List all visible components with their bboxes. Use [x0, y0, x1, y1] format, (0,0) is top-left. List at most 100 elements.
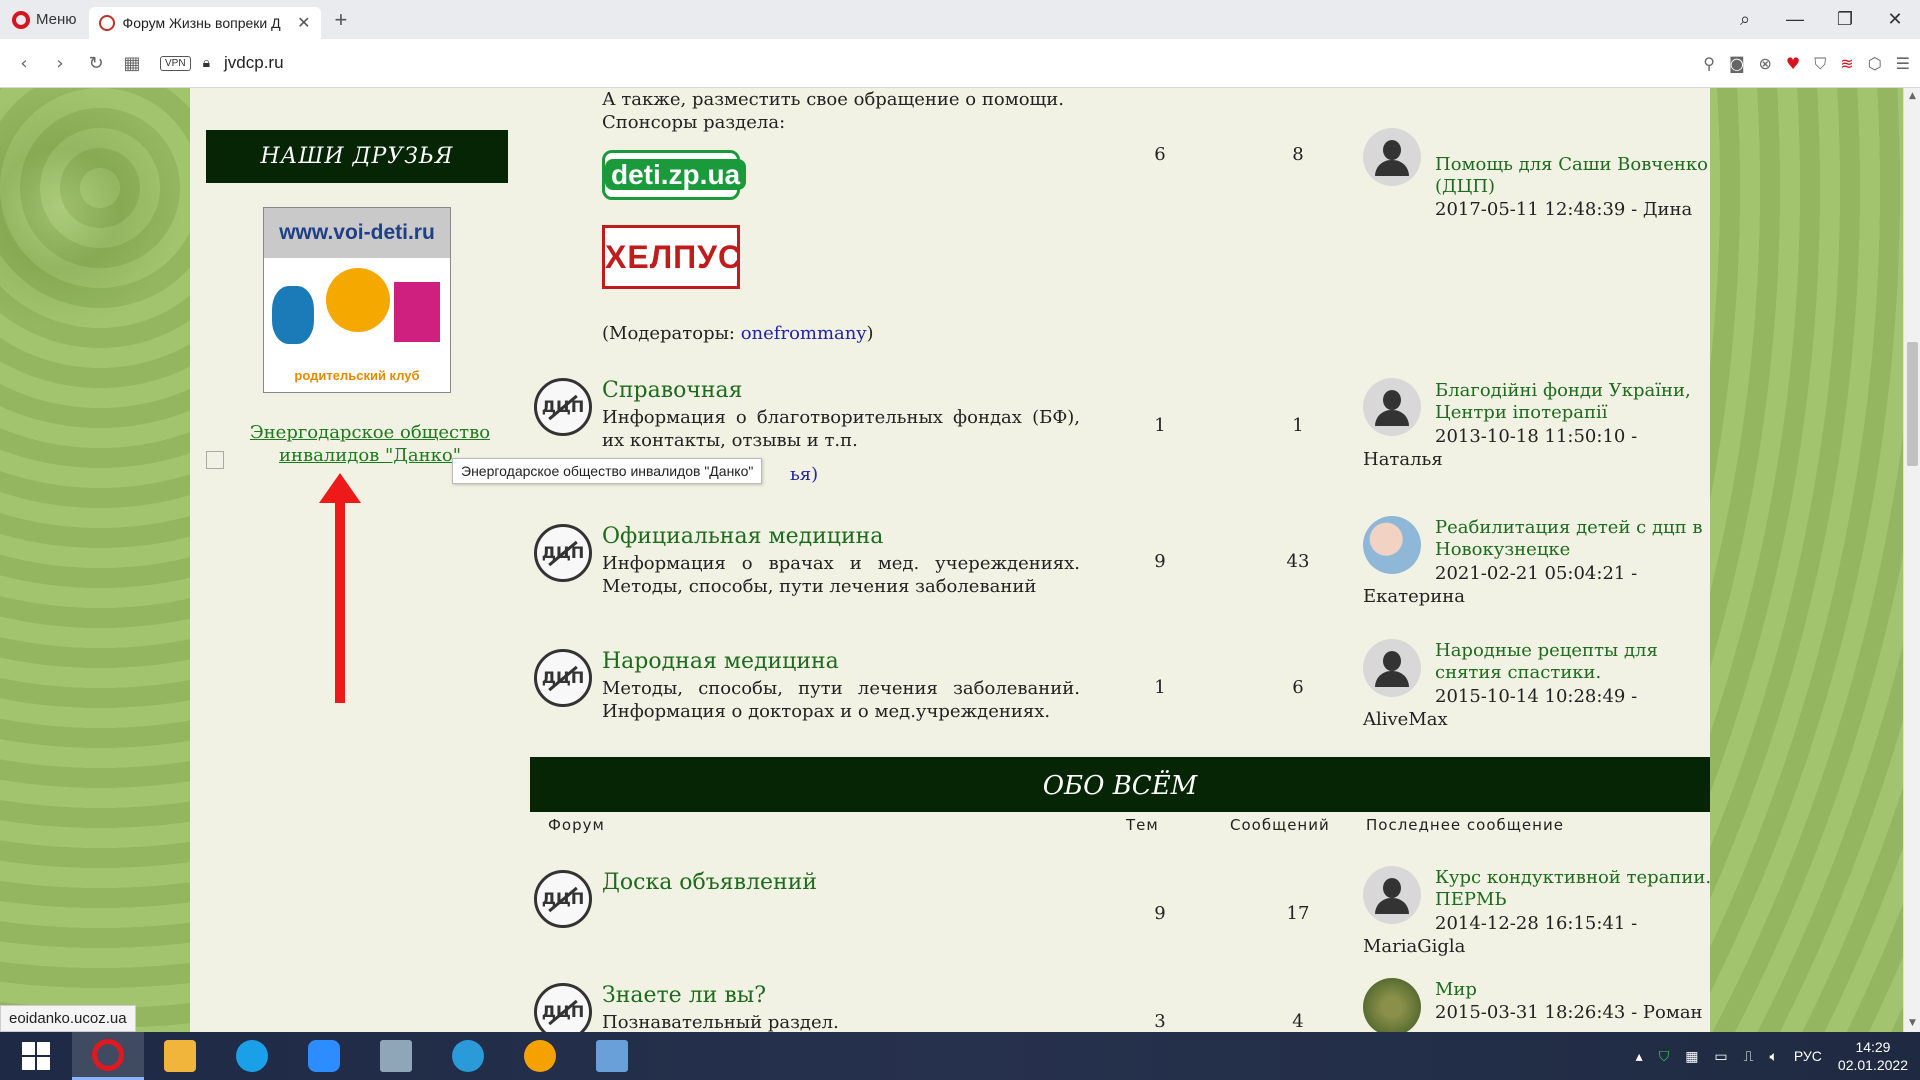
- last-post-link[interactable]: Курс кондуктивной терапии. ПЕРМЬ: [1435, 867, 1715, 911]
- moderators-line: (Модераторы: onefrommany): [602, 323, 874, 344]
- col-posts: Сообщений: [1230, 816, 1330, 834]
- scroll-up-icon[interactable]: ▲: [1904, 88, 1920, 105]
- mail-icon: [164, 1040, 196, 1072]
- network-grid-icon[interactable]: ▦: [1685, 1048, 1698, 1065]
- vpn-badge[interactable]: VPN: [160, 55, 191, 71]
- forum-title[interactable]: Доска объявлений: [602, 870, 817, 895]
- reload-icon[interactable]: ↻: [78, 53, 114, 74]
- sponsor-label: deti.zp.ua: [605, 159, 747, 190]
- taskbar-monitor[interactable]: [576, 1032, 648, 1080]
- battery-icon[interactable]: ▭: [1714, 1048, 1727, 1065]
- taskbar-aimp[interactable]: [504, 1032, 576, 1080]
- forum-desc: Методы, способы, пути лечения заболевани…: [602, 678, 1080, 722]
- last-post-meta: 2015-10-14 10:28:49 - AliveMax: [1363, 686, 1638, 730]
- windows-taskbar: ▴ ⛉ ▦ ▭ ⎍ 🔈︎ РУС 14:29 02.01.2022: [0, 1032, 1920, 1080]
- opera-menu-button[interactable]: Меню: [0, 0, 89, 39]
- last-post-link[interactable]: Народные рецепты для снятия спастики.: [1435, 640, 1715, 684]
- clock-time: 14:29: [1855, 1039, 1891, 1055]
- forum-icon: ДЦП: [534, 649, 592, 707]
- shield-tray-icon[interactable]: ⛉: [1659, 1048, 1670, 1065]
- scroll-down-icon[interactable]: ▼: [1904, 1015, 1920, 1032]
- forum-moderator-partial[interactable]: ья): [790, 463, 850, 486]
- moderator-link[interactable]: onefrommany: [741, 323, 867, 344]
- content-area: НАШИ ДРУЗЬЯ www.voi-deti.ru родительский…: [190, 88, 1711, 1032]
- col-last-post: Последнее сообщение: [1366, 816, 1564, 834]
- shield-icon[interactable]: ⛉: [1814, 54, 1826, 74]
- taskbar-mail[interactable]: [144, 1032, 216, 1080]
- posts-count: 17: [1286, 903, 1310, 924]
- toolbar-right: ⚲ ◙ ⊗ ♥ ⛉ ≋ ⬡ ☰: [1703, 39, 1910, 88]
- volume-icon[interactable]: 🔈︎: [1769, 1048, 1777, 1065]
- page-viewport: НАШИ ДРУЗЬЯ www.voi-deti.ru родительский…: [0, 88, 1903, 1032]
- zoom-icon[interactable]: ⚲: [1703, 54, 1715, 73]
- tray-expand-icon[interactable]: ▴: [1636, 1048, 1643, 1065]
- maximize-button[interactable]: ❐: [1820, 9, 1870, 30]
- scroll-thumb[interactable]: [1907, 342, 1918, 466]
- topics-count: 1: [1154, 677, 1166, 698]
- link-status-bar: eoidanko.ucoz.ua: [0, 1005, 136, 1032]
- system-tray: ▴ ⛉ ▦ ▭ ⎍ 🔈︎ РУС 14:29 02.01.2022: [1636, 1032, 1920, 1080]
- desc-line: А также, разместить свое обращение о пом…: [602, 89, 1064, 110]
- new-tab-button[interactable]: +: [321, 7, 362, 33]
- close-tab-icon[interactable]: ✕: [297, 13, 310, 33]
- last-post-link[interactable]: Реабилитация детей с дцп в Новокузнецке: [1435, 517, 1715, 561]
- taskbar-zoom[interactable]: [288, 1032, 360, 1080]
- search-icon[interactable]: ⌕: [1720, 9, 1770, 30]
- last-post-meta: 2021-02-21 05:04:21 - Екатерина: [1363, 563, 1638, 607]
- posts-count: 8: [1292, 144, 1304, 165]
- favicon-icon: [98, 15, 115, 31]
- tab-title: Форум Жизнь вопреки Д: [122, 15, 281, 31]
- forward-icon[interactable]: ›: [42, 53, 78, 74]
- cube-icon[interactable]: ⬡: [1868, 54, 1882, 73]
- window-controls: ⌕ — ❐ ✕: [1720, 0, 1920, 39]
- forum-title[interactable]: Знаете ли вы?: [602, 983, 766, 1008]
- last-post-link[interactable]: Благодійні фонди України, Центри іпотера…: [1435, 380, 1715, 424]
- topics-count: 9: [1154, 903, 1166, 924]
- link-tooltip: Энергодарское общество инвалидов "Данко": [452, 458, 763, 484]
- sponsor-helpus-logo[interactable]: ХЕЛПУС: [602, 225, 741, 289]
- page-scrollbar[interactable]: ▲ ▼: [1903, 88, 1920, 1032]
- voi-art: [264, 258, 450, 368]
- aimp-icon: [524, 1040, 556, 1072]
- last-post-link[interactable]: Мир: [1435, 979, 1715, 1001]
- computer-icon: [380, 1040, 412, 1072]
- network-icon[interactable]: ⎍: [1744, 1048, 1754, 1065]
- heart-icon[interactable]: ♥: [1786, 54, 1800, 73]
- opera-icon: [92, 1038, 124, 1071]
- voi-site-label: www.voi-deti.ru: [264, 208, 450, 258]
- forum-title[interactable]: Официальная медицина: [602, 524, 883, 549]
- tab-forum[interactable]: Форум Жизнь вопреки Д ✕: [88, 7, 321, 39]
- sponsor-deti-logo[interactable]: deti.zp.ua: [602, 150, 747, 200]
- last-post-meta: 2014-12-28 16:15:41 - MariaGigla: [1363, 913, 1638, 957]
- speed-dial-icon[interactable]: ▦: [114, 53, 150, 74]
- settings-menu-icon[interactable]: ☰: [1896, 54, 1910, 73]
- sun-hand-shape: [326, 268, 390, 332]
- voi-deti-logo[interactable]: www.voi-deti.ru родительский клуб: [263, 207, 451, 393]
- forum-icon: ДЦП: [534, 983, 592, 1032]
- last-post-link[interactable]: Помощь для Саши Вовченко (ДЦП): [1435, 154, 1715, 198]
- camera-icon[interactable]: ◙: [1729, 54, 1745, 73]
- close-window-button[interactable]: ✕: [1870, 9, 1920, 30]
- lock-icon[interactable]: 🔒︎: [203, 55, 210, 71]
- taskbar-opera[interactable]: [72, 1032, 144, 1080]
- taskbar-edge[interactable]: [432, 1032, 504, 1080]
- start-button[interactable]: [0, 1032, 72, 1080]
- avatar[interactable]: [1363, 128, 1421, 186]
- taskbar-skype[interactable]: [216, 1032, 288, 1080]
- forum-title[interactable]: Народная медицина: [602, 649, 839, 674]
- taskbar-computer[interactable]: [360, 1032, 432, 1080]
- url-field[interactable]: jvdcp.ru: [224, 53, 284, 73]
- forum-title[interactable]: Справочная: [602, 378, 743, 403]
- address-bar: ‹ › ↻ ▦ VPN 🔒︎ jvdcp.ru ⚲ ◙ ⊗ ♥ ⛉ ≋ ⬡ ☰: [0, 39, 1920, 88]
- broken-image-icon: [206, 451, 224, 469]
- skype-icon: [236, 1040, 268, 1072]
- minimize-button[interactable]: —: [1770, 9, 1820, 30]
- block-icon[interactable]: ⊗: [1759, 54, 1772, 73]
- sidebar: НАШИ ДРУЗЬЯ www.voi-deti.ru родительский…: [206, 130, 508, 469]
- wifi-icon[interactable]: ≋: [1840, 54, 1853, 73]
- forum-desc: Информация о благотворительных фондах (Б…: [602, 407, 1080, 451]
- clock[interactable]: 14:29 02.01.2022: [1838, 1038, 1908, 1074]
- language-indicator[interactable]: РУС: [1794, 1048, 1822, 1064]
- back-icon[interactable]: ‹: [6, 53, 42, 74]
- forum-icon: ДЦП: [534, 870, 592, 928]
